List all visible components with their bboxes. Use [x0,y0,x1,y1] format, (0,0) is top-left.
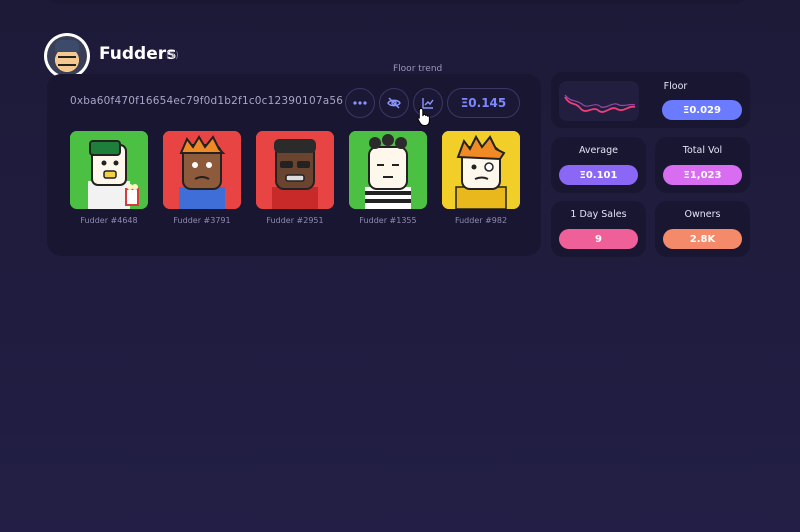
collection-count: (5) [166,51,179,61]
nft-label: Fudder #982 [454,216,508,225]
floor-trend-tooltip: Floor trend [393,64,443,74]
average-value: Ξ0.101 [559,165,638,185]
nft-label: Fudder #3791 [173,216,231,225]
total-vol-stat-card: Total Vol Ξ1,023 [655,137,750,193]
collection-price-button[interactable]: Ξ0.145 [447,88,520,118]
fudder-character-image [70,131,148,209]
more-horizontal-icon [353,101,367,105]
nft-label: Fudder #4648 [80,216,138,225]
floor-label: Floor [663,81,688,92]
nft-thumbnail-1355[interactable] [349,131,427,209]
previous-card-edge [48,0,746,4]
fudder-avatar-image [47,36,87,76]
fudder-character-image [163,131,241,209]
day-sales-value: 9 [559,229,638,249]
collection-title[interactable]: Fudders [99,44,176,64]
hand-pointer-icon [417,107,430,126]
floor-stat-card: Floor Ξ0.029 [551,72,750,128]
contract-address[interactable]: 0xba60f470f16654ec79f0d1b2f1c0c12390107a… [70,95,343,107]
nft-thumbnail-4648[interactable] [70,131,148,209]
nft-label: Fudder #1355 [359,216,417,225]
owners-label: Owners [684,209,721,220]
owners-value: 2.8K [663,229,742,249]
average-label: Average [578,145,618,156]
total-vol-value: Ξ1,023 [663,165,742,185]
floor-value: Ξ0.029 [662,100,742,120]
total-vol-label: Total Vol [682,145,723,156]
nft-thumbnail-2951[interactable] [256,131,334,209]
average-stat-card: Average Ξ0.101 [551,137,646,193]
eye-off-icon [387,97,401,109]
owners-stat-card: Owners 2.8K [655,201,750,257]
fudder-character-image [256,131,334,209]
more-button[interactable] [345,88,375,118]
fudder-character-image [442,131,520,209]
nft-label: Fudder #2951 [266,216,324,225]
fudder-character-image [349,131,427,209]
nft-thumbnail-3791[interactable] [163,131,241,209]
day-sales-stat-card: 1 Day Sales 9 [551,201,646,257]
collection-avatar[interactable] [44,33,90,79]
nft-thumbnail-982[interactable] [442,131,520,209]
day-sales-label: 1 Day Sales [570,209,627,220]
hide-button[interactable] [379,88,409,118]
